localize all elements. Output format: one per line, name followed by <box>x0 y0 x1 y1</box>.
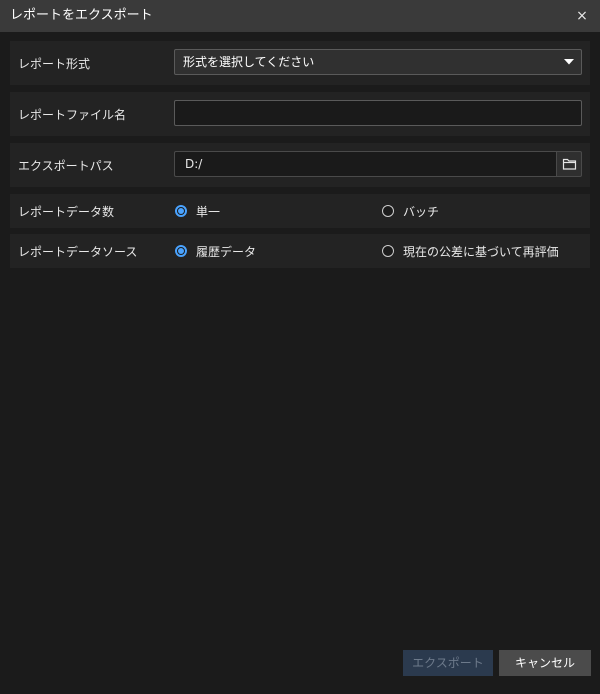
radio-reevaluate-label: 現在の公差に基づいて再評価 <box>403 245 559 259</box>
title-bar: レポートをエクスポート × <box>0 0 600 32</box>
format-select-value: 形式を選択してください <box>183 55 315 69</box>
path-row: エクスポートパス D:/ <box>10 143 590 187</box>
radio-single-label: 単一 <box>196 205 221 219</box>
radio-reevaluate-indicator <box>382 245 394 257</box>
export-report-dialog: レポートをエクスポート × レポート形式 形式を選択してください レポートファイ… <box>0 0 600 694</box>
filename-input[interactable] <box>174 100 582 126</box>
browse-folder-button[interactable] <box>556 151 582 177</box>
folder-icon <box>562 158 577 170</box>
radio-batch-indicator <box>382 205 394 217</box>
filename-row: レポートファイル名 <box>10 92 590 136</box>
close-icon[interactable]: × <box>572 6 592 26</box>
data-source-row: レポートデータソース 履歴データ 現在の公差に基づいて再評価 <box>10 234 590 268</box>
data-count-label: レポートデータ数 <box>18 205 115 219</box>
radio-history-data-label: 履歴データ <box>196 245 257 259</box>
path-label: エクスポートパス <box>18 159 114 173</box>
format-row: レポート形式 形式を選択してください <box>10 41 590 85</box>
data-source-label: レポートデータソース <box>18 245 138 259</box>
path-input-value: D:/ <box>185 157 203 171</box>
filename-label: レポートファイル名 <box>18 108 127 122</box>
radio-single-indicator <box>175 205 187 217</box>
radio-batch-label: バッチ <box>403 205 440 219</box>
radio-history-data-indicator <box>175 245 187 257</box>
data-count-row: レポートデータ数 単一 バッチ <box>10 194 590 228</box>
format-select[interactable]: 形式を選択してください <box>174 49 582 75</box>
dialog-title: レポートをエクスポート <box>10 8 153 23</box>
format-label: レポート形式 <box>18 57 91 71</box>
chevron-down-icon <box>564 59 574 65</box>
export-button[interactable]: エクスポート <box>403 650 493 676</box>
cancel-button[interactable]: キャンセル <box>499 650 591 676</box>
path-input[interactable]: D:/ <box>174 151 556 177</box>
